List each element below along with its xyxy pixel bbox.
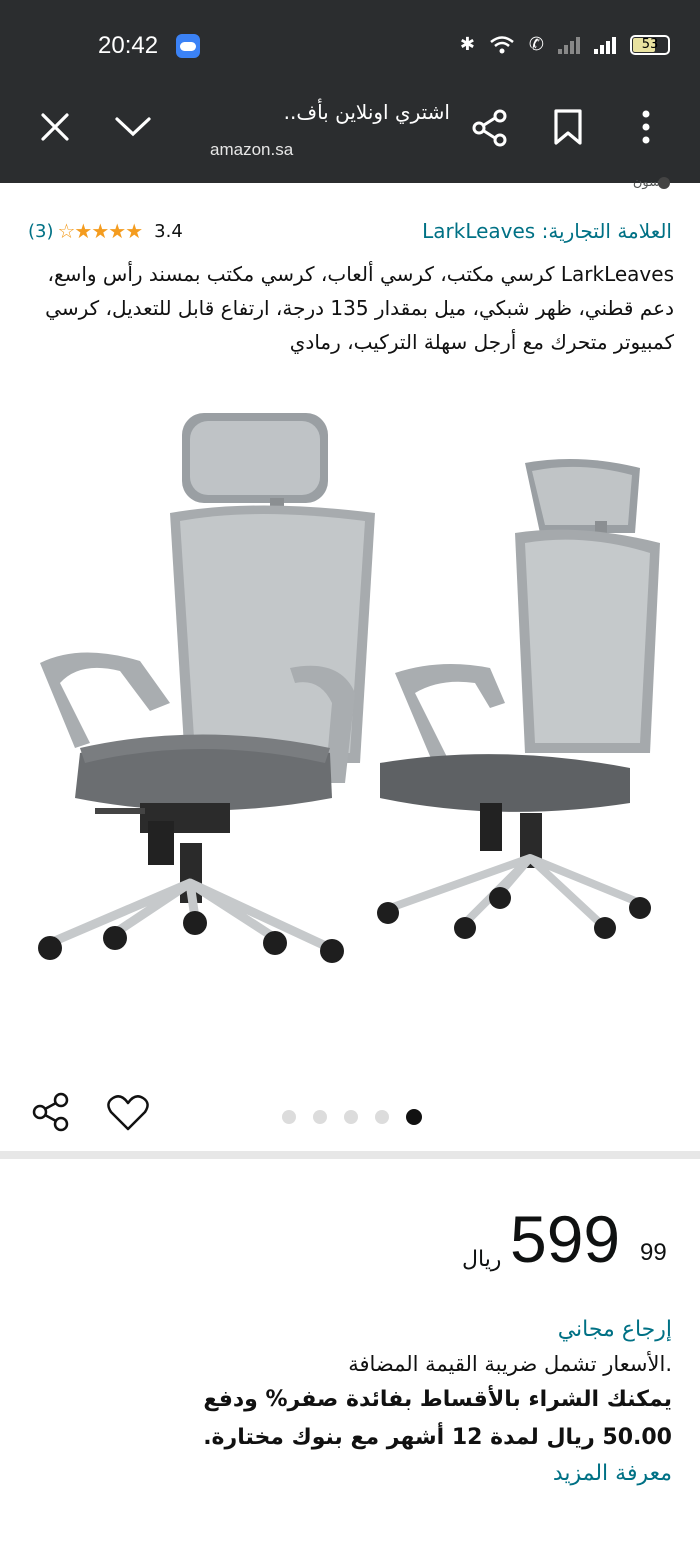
wifi-icon xyxy=(490,35,514,53)
vat-note: .الأسعار تشمل ضريبة القيمة المضافة xyxy=(348,1352,672,1376)
status-time: 20:42 xyxy=(98,32,159,59)
star-rating-icon: ☆★★★★ xyxy=(57,219,144,243)
status-icons: ✱ ✆ 53 xyxy=(460,34,670,55)
rating[interactable]: (3) ☆★★★★ 3.4 xyxy=(28,219,183,243)
price-details: إرجاع مجاني .الأسعار تشمل ضريبة القيمة ا… xyxy=(22,1313,672,1491)
product-title: LarkLeaves كرسي مكتب، كرسي ألعاب، كرسي م… xyxy=(45,262,674,354)
bookmark-icon[interactable] xyxy=(552,108,584,146)
rating-count[interactable]: (3) xyxy=(28,221,54,242)
battery-icon: 53 xyxy=(630,34,670,55)
carousel-dot-active[interactable] xyxy=(406,1109,422,1125)
share-icon[interactable] xyxy=(30,1091,72,1133)
share-icon[interactable] xyxy=(470,108,510,148)
brand-link[interactable]: العلامة التجارية: LarkLeaves xyxy=(422,219,672,243)
price-currency: ريال xyxy=(462,1247,502,1272)
installments-line-2: 50.00 ريال لمدة 12 أشهر مع بنوك مختارة. xyxy=(203,1425,672,1450)
more-vertical-icon[interactable] xyxy=(640,108,652,146)
info-icon[interactable] xyxy=(658,177,670,189)
signal-weak-icon xyxy=(558,36,580,54)
price-whole: 599 xyxy=(510,1202,621,1276)
chair-right-image xyxy=(377,459,660,939)
partial-label: سون xyxy=(632,175,660,190)
bluetooth-icon: ✱ xyxy=(459,34,475,55)
battery-level: 53 xyxy=(641,36,659,52)
tab-title: اشتري اونلاين بأف.. xyxy=(283,100,450,124)
installments-line-1: يمكنك الشراء بالأقساط بفائدة صفر% ودفع xyxy=(203,1387,672,1412)
learn-more-link[interactable]: معرفة المزيد xyxy=(22,1457,672,1491)
carousel-dot[interactable] xyxy=(282,1110,296,1124)
weather-icon xyxy=(176,34,200,58)
brand-rating-row: العلامة التجارية: LarkLeaves (3) ☆★★★★ 3… xyxy=(0,219,700,249)
chair-left-image xyxy=(38,413,375,963)
tab-url: amazon.sa xyxy=(210,140,294,159)
call-icon: ✆ xyxy=(528,34,544,55)
browser-top-bar: 20:42 ✱ ✆ 53 اشتري اونلاين بأف.. amazon.… xyxy=(0,0,700,183)
close-icon[interactable] xyxy=(40,112,70,142)
signal-icon xyxy=(594,36,616,54)
carousel-dot[interactable] xyxy=(313,1110,327,1124)
carousel-dot[interactable] xyxy=(344,1110,358,1124)
price: ريال 599 99 xyxy=(460,1201,680,1291)
browser-nav-row: اشتري اونلاين بأف.. amazon.sa xyxy=(0,92,700,172)
image-carousel-dots[interactable] xyxy=(282,1109,422,1125)
section-divider xyxy=(0,1151,700,1159)
chevron-down-icon[interactable] xyxy=(114,116,152,138)
rating-value: 3.4 xyxy=(154,220,183,242)
price-fraction: 99 xyxy=(640,1239,667,1266)
status-bar: 20:42 ✱ ✆ 53 xyxy=(0,30,700,66)
heart-icon[interactable] xyxy=(106,1093,150,1133)
free-returns-link[interactable]: إرجاع مجاني xyxy=(22,1313,672,1347)
product-image[interactable] xyxy=(20,403,680,983)
carousel-dot[interactable] xyxy=(375,1110,389,1124)
